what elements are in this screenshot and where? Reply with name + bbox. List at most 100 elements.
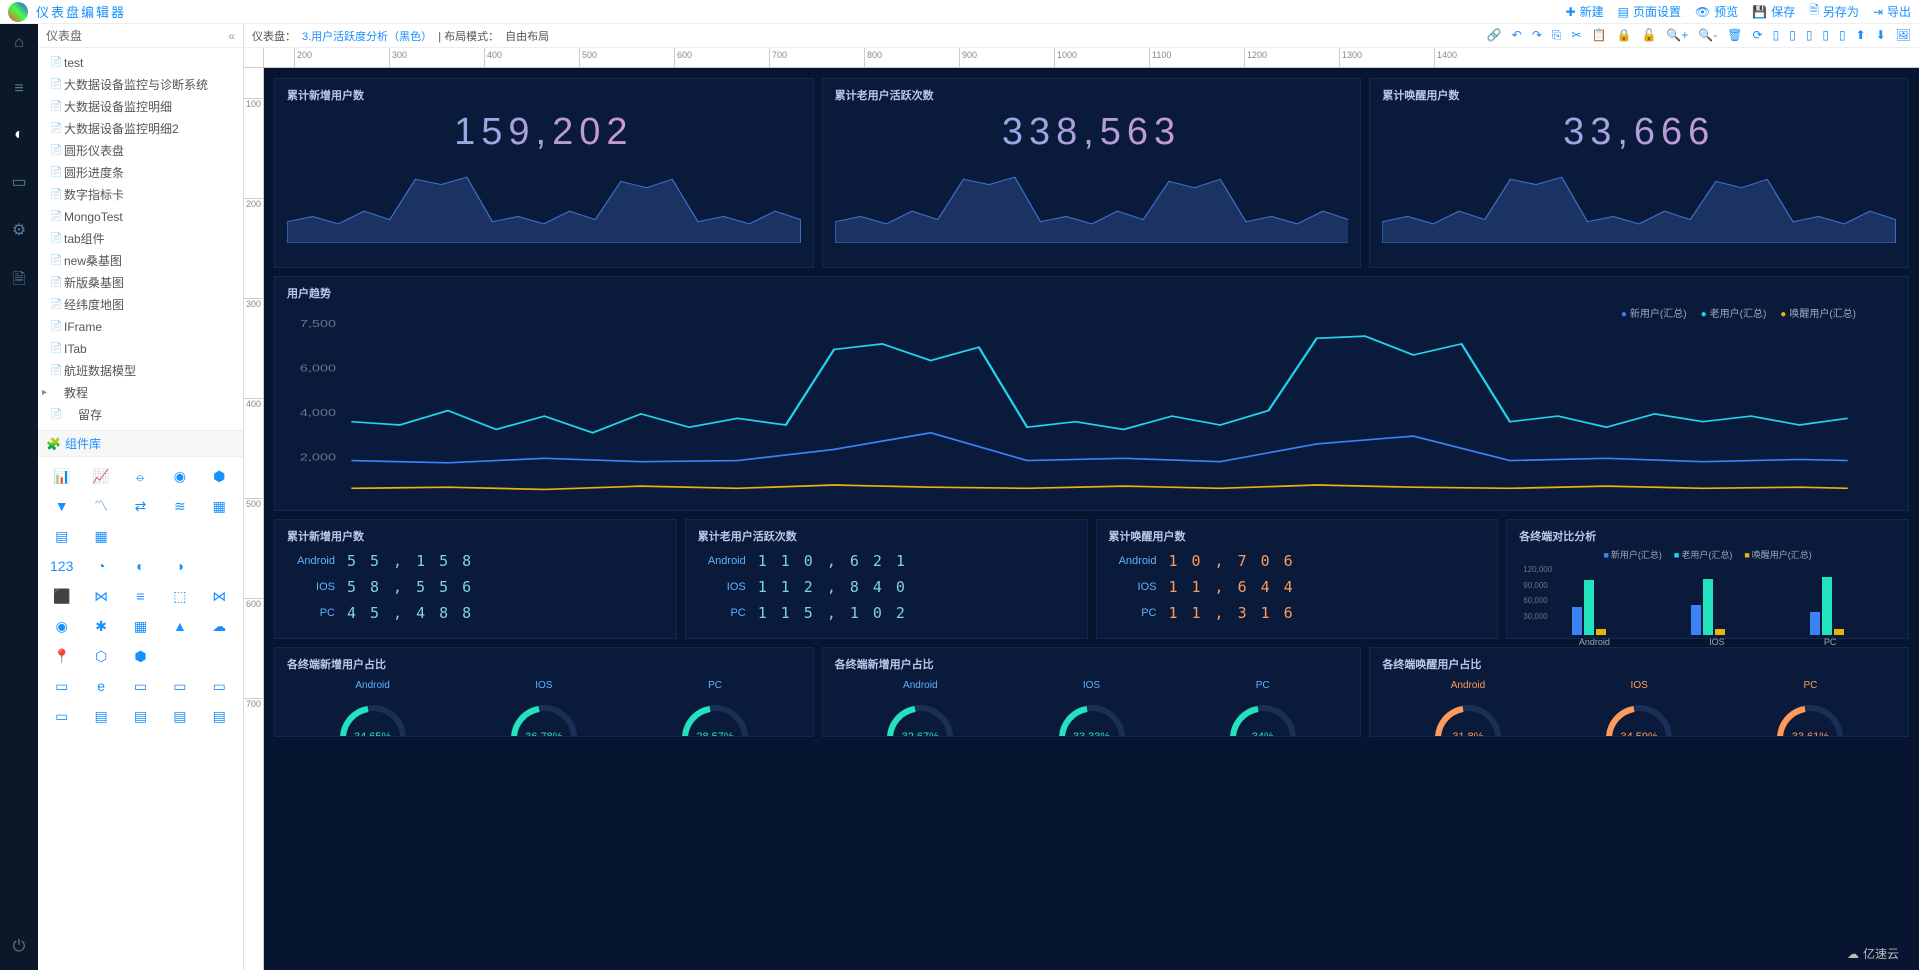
gauge-panel[interactable]: 各终端新增用户占比Android34.65%IOS36.78%PC28.57% <box>274 647 814 737</box>
kpi-card[interactable]: 累计老用户活跃次数338,563 <box>822 78 1362 268</box>
component-item[interactable]: ✱ <box>81 611 120 641</box>
component-item[interactable] <box>200 641 239 671</box>
component-item[interactable]: ▦ <box>81 521 120 551</box>
component-item[interactable]: ⬚ <box>160 581 199 611</box>
tool-sendback-icon[interactable]: ⬇ <box>1876 28 1886 43</box>
component-item[interactable]: ⬢ <box>200 461 239 491</box>
tree-item[interactable]: new桑基图 <box>38 250 243 272</box>
component-item[interactable]: ▭ <box>42 671 81 701</box>
component-item[interactable]: 📈 <box>81 461 120 491</box>
component-item[interactable]: ⋈ <box>200 581 239 611</box>
tree-item[interactable]: tab组件 <box>38 228 243 250</box>
tool-align1-icon[interactable]: ▯ <box>1773 28 1780 43</box>
preview-button[interactable]: 👁预览 <box>1695 1 1738 22</box>
export-button[interactable]: ⇥导出 <box>1873 1 1911 22</box>
nav-dashboard-icon[interactable]: ◐ <box>14 126 24 144</box>
gauge-panel[interactable]: 各终端新增用户占比Android32.67%IOS33.33%PC34% <box>822 647 1362 737</box>
kpi-card[interactable]: 累计唤醒用户数33,666 <box>1369 78 1909 268</box>
component-item[interactable] <box>160 521 199 551</box>
component-item[interactable]: ◔ <box>81 551 120 581</box>
gauge-panel[interactable]: 各终端唤醒用户占比Android31.8%IOS34.59%PC33.61% <box>1369 647 1909 737</box>
tree-folder[interactable]: 教程 <box>38 382 243 404</box>
component-item[interactable]: ▲ <box>160 611 199 641</box>
component-item[interactable]: 〽 <box>81 491 120 521</box>
component-item[interactable]: e <box>81 671 120 701</box>
component-library-header[interactable]: 🧩 组件库 <box>38 430 243 457</box>
component-item[interactable]: ▤ <box>160 701 199 731</box>
tree-item[interactable]: IFrame <box>38 316 243 338</box>
mini-stat-card[interactable]: 累计新增用户数Android55,158IOS58,556PC45,488 <box>274 519 677 639</box>
mini-stat-card[interactable]: 累计唤醒用户数Android10,706IOS11,644PC11,316 <box>1096 519 1499 639</box>
component-item[interactable]: ◉ <box>42 611 81 641</box>
tool-redo-icon[interactable]: ↷ <box>1532 28 1542 43</box>
mini-stat-card[interactable]: 累计老用户活跃次数Android110,621IOS112,840PC115,1… <box>685 519 1088 639</box>
tree-item[interactable]: 大数据设备监控明细 <box>38 96 243 118</box>
component-item[interactable] <box>200 521 239 551</box>
component-item[interactable]: ▭ <box>200 671 239 701</box>
component-item[interactable]: ≡ <box>121 581 160 611</box>
component-item[interactable]: ≋ <box>160 491 199 521</box>
tree-item[interactable]: test <box>38 52 243 74</box>
terminal-bar-card[interactable]: 各终端对比分析新用户(汇总)老用户(汇总)唤醒用户(汇总)120,00090,0… <box>1506 519 1909 639</box>
component-item[interactable]: ▤ <box>81 701 120 731</box>
nav-power-icon[interactable]: ⏻ <box>13 938 26 956</box>
tool-link-icon[interactable]: 🔗 <box>1487 28 1502 43</box>
collapse-sidebar-icon[interactable]: « <box>228 29 235 43</box>
tree-item[interactable]: 圆形仪表盘 <box>38 140 243 162</box>
tree-item[interactable]: 数字指标卡 <box>38 184 243 206</box>
tree-item[interactable]: MongoTest <box>38 206 243 228</box>
tool-undo-icon[interactable]: ↶ <box>1512 28 1522 43</box>
tool-lock-icon[interactable]: 🔒 <box>1617 28 1632 43</box>
tree-item[interactable]: 航班数据模型 <box>38 360 243 382</box>
component-item[interactable]: 123 <box>42 551 81 581</box>
canvas[interactable]: 累计新增用户数159,202累计老用户活跃次数338,563累计唤醒用户数33,… <box>264 68 1919 970</box>
tool-zoomout-icon[interactable]: 🔍- <box>1698 28 1717 43</box>
tool-align2-icon[interactable]: ▯ <box>1789 28 1796 43</box>
component-item[interactable]: ▤ <box>121 701 160 731</box>
kpi-card[interactable]: 累计新增用户数159,202 <box>274 78 814 268</box>
component-item[interactable]: ▦ <box>200 491 239 521</box>
component-item[interactable]: ▦ <box>121 611 160 641</box>
tool-unlock-icon[interactable]: 🔓 <box>1641 28 1656 43</box>
nav-report-icon[interactable]: 🗎 <box>13 268 26 295</box>
component-item[interactable] <box>160 641 199 671</box>
component-item[interactable]: ⬢ <box>121 641 160 671</box>
component-item[interactable]: ⬛ <box>42 581 81 611</box>
component-item[interactable]: ⦵ <box>121 461 160 491</box>
saveas-button[interactable]: 🗎另存为 <box>1809 1 1859 22</box>
tool-align3-icon[interactable]: ▯ <box>1806 28 1813 43</box>
component-item[interactable]: ▭ <box>121 671 160 701</box>
component-item[interactable]: ⬡ <box>81 641 120 671</box>
tree-item[interactable]: 大数据设备监控与诊断系统 <box>38 74 243 96</box>
tool-refresh-icon[interactable]: ⟳ <box>1753 28 1763 43</box>
component-item[interactable]: ◉ <box>160 461 199 491</box>
tree-item[interactable]: 经纬度地图 <box>38 294 243 316</box>
component-item[interactable]: ⋈ <box>81 581 120 611</box>
component-item[interactable]: ▤ <box>200 701 239 731</box>
nav-home-icon[interactable]: ⌂ <box>14 34 24 52</box>
page-settings-button[interactable]: ▤页面设置 <box>1618 1 1681 22</box>
tree-item[interactable]: 圆形进度条 <box>38 162 243 184</box>
tool-align4-icon[interactable]: ▯ <box>1822 28 1829 43</box>
nav-data-icon[interactable]: ≡ <box>14 80 23 98</box>
component-item[interactable]: ☁ <box>200 611 239 641</box>
tool-align5-icon[interactable]: ▯ <box>1839 28 1846 43</box>
component-item[interactable]: ▼ <box>42 491 81 521</box>
tool-paste-icon[interactable]: 📋 <box>1592 28 1607 43</box>
tool-bringfront-icon[interactable]: ⬆ <box>1856 28 1866 43</box>
tool-delete-icon[interactable]: 🗑 <box>1727 28 1742 43</box>
tree-item[interactable]: ITab <box>38 338 243 360</box>
component-item[interactable]: ▭ <box>160 671 199 701</box>
component-item[interactable]: 📊 <box>42 461 81 491</box>
tree-item[interactable]: 留存 <box>38 404 243 426</box>
tool-cut-icon[interactable]: ✂ <box>1571 28 1581 43</box>
tree-item[interactable]: 新版桑基图 <box>38 272 243 294</box>
tool-zoomin-icon[interactable]: 🔍+ <box>1666 28 1688 43</box>
tool-copy-icon[interactable]: ⎘ <box>1552 28 1562 43</box>
component-item[interactable] <box>200 551 239 581</box>
nav-screen-icon[interactable]: ▭ <box>11 172 26 192</box>
tree-item[interactable]: 大数据设备监控明细2 <box>38 118 243 140</box>
tool-image-icon[interactable]: 🖼 <box>1896 28 1911 43</box>
component-item[interactable]: ▭ <box>42 701 81 731</box>
component-item[interactable]: ⇄ <box>121 491 160 521</box>
